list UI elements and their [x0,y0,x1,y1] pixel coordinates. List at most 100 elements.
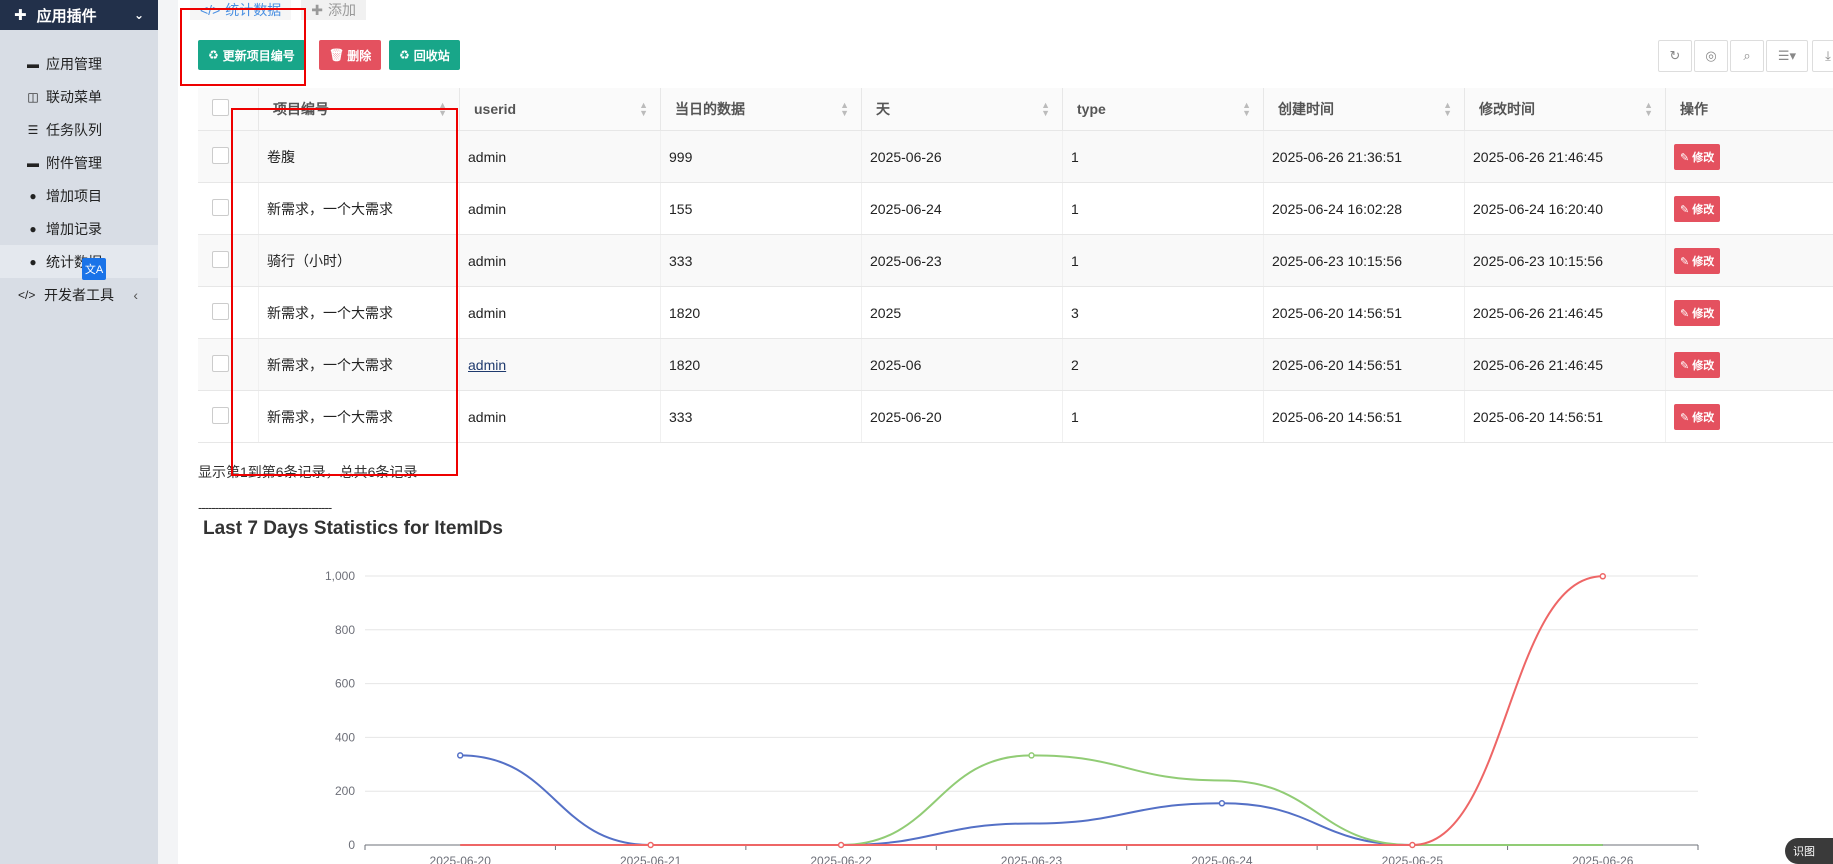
edit-button[interactable]: ✎ 修改 [1674,143,1721,170]
bulb-icon: ● [29,254,37,269]
table-cell: 2025 [861,286,1063,339]
table-cell: 3 [1062,286,1264,339]
tab-add[interactable]: ✚ 添加 [301,0,366,20]
search-button[interactable]: ⌕ [1730,40,1764,72]
sidebar-item-attachments[interactable]: ▬ 附件管理 [0,146,158,179]
table-cell: 1 [1062,234,1264,287]
table-cell: admin [459,338,661,391]
cell-text: 2025-06-26 21:46:45 [1473,356,1603,373]
row-checkbox[interactable] [212,146,229,164]
table-cell: 卷腹 [258,130,460,183]
refresh-button[interactable]: ↻ [1658,40,1692,72]
sort-icon: ▲ ▼ [438,100,447,118]
edit-icon: ✎ [1680,255,1693,268]
column-header[interactable]: 创建时间 ▲ ▼ [1263,88,1465,131]
sidebar-item-task-queue[interactable]: ☰ 任务队列 [0,113,158,146]
tab-label: 统计数据 [225,2,282,18]
cell-text: 1 [1071,148,1079,165]
update-item-number-button[interactable]: ♻ 更新项目编号 [198,40,305,70]
content-gutter [158,0,178,864]
data-point [837,841,845,849]
table-cell: 新需求，一个大需求 [258,338,460,391]
sidebar-item-dev-tools[interactable]: </> 开发者工具 ‹ [0,278,158,311]
actions-cell: ✎ 修改 [1665,338,1833,391]
sidebar-item-add-record[interactable]: ● 增加记录 [0,212,158,245]
column-header[interactable]: 天 ▲ ▼ [861,88,1063,131]
column-header[interactable]: 项目编号 ▲ ▼ [258,88,460,131]
sidebar-item-label: 开发者工具 [44,286,114,303]
bulb-icon: ● [29,188,37,203]
row-checkbox[interactable] [212,354,229,372]
edit-button[interactable]: ✎ 修改 [1674,403,1721,430]
table-cell: 2025-06-20 14:56:51 [1263,338,1465,391]
edit-label: 修改 [1692,255,1715,268]
table-cell: admin [459,182,661,235]
edit-label: 修改 [1692,359,1715,372]
edit-button[interactable]: ✎ 修改 [1674,247,1721,274]
row-checkbox[interactable] [212,302,229,320]
download-icon: ⤓ [1825,48,1831,63]
edit-label: 修改 [1692,203,1715,216]
data-point [1218,800,1226,807]
row-checkbox[interactable] [212,406,229,424]
data-point [456,752,464,759]
table-cell: 333 [660,390,862,443]
edit-button[interactable]: ✎ 修改 [1674,195,1721,222]
sidebar-item-label: 附件管理 [46,154,102,171]
sidebar-item-add-project[interactable]: ● 增加项目 [0,179,158,212]
select-all-checkbox[interactable] [212,99,229,116]
tab-bar: </> 统计数据 ✚ 添加 [190,0,376,20]
bulb-icon: ● [29,221,37,236]
column-header[interactable]: userid ▲ ▼ [459,88,661,131]
select-all-header[interactable] [198,88,259,131]
edit-icon: ✎ [1680,203,1693,216]
columns-button[interactable]: ☰▾ [1766,40,1808,72]
cell-text: 2025-06-20 14:56:51 [1272,408,1402,425]
table-cell: 2025-06-23 [861,234,1063,287]
column-header[interactable]: type ▲ ▼ [1062,88,1264,131]
table-cell: 2025-06-26 21:46:45 [1464,130,1666,183]
sidebar-header-plugins[interactable]: ✚ 应用插件 ⌄ [0,0,158,30]
sidebar-item-label: 增加记录 [46,220,102,237]
row-select-cell [198,130,259,183]
export-button[interactable]: ⤓ [1812,40,1833,72]
sidebar-item-statistics[interactable]: ● 统计数据 [0,245,158,278]
row-select-cell [198,182,259,235]
toggle-view-button[interactable]: ◎ [1694,40,1728,72]
table-cell: admin [459,286,661,339]
image-recognition-button[interactable]: 识图 [1785,838,1833,864]
table-cell: 1 [1062,390,1264,443]
cell-text: 2 [1071,356,1079,373]
sort-icon: ▲ ▼ [1443,100,1452,118]
cell-text: 新需求，一个大需求 [267,356,393,373]
recycle-bin-button[interactable]: ♻ 回收站 [389,40,460,70]
chevron-left-icon: ‹ [133,286,138,303]
tab-statistics[interactable]: </> 统计数据 [190,0,292,20]
column-header[interactable]: 修改时间 ▲ ▼ [1464,88,1666,131]
corner-label: 识图 [1793,846,1815,858]
table-cell: 2025-06-20 14:56:51 [1464,390,1666,443]
x-tick-label: 2025-06-21 [620,854,682,864]
cell-text: 1 [1071,200,1079,217]
data-point [647,841,654,849]
edit-button[interactable]: ✎ 修改 [1674,351,1721,378]
cell-text: 1 [1071,408,1079,425]
data-point [1409,841,1416,849]
cell-text: 155 [669,200,693,217]
sidebar-item-linkage-menu[interactable]: ◫ 联动菜单 [0,80,158,113]
edit-button[interactable]: ✎ 修改 [1674,299,1721,326]
row-select-cell [198,286,259,339]
x-tick-label: 2025-06-23 [1001,854,1063,864]
translate-icon[interactable]: 文A [82,258,106,280]
row-checkbox[interactable] [212,250,229,268]
userid-link[interactable]: admin [468,357,506,373]
sidebar-item-app-management[interactable]: ▬ 应用管理 [0,47,158,80]
delete-button[interactable]: 🗑 删除 [319,40,382,70]
column-header[interactable]: 当日的数据 ▲ ▼ [660,88,862,131]
eye-icon: ◎ [1705,48,1717,63]
actions-cell: ✎ 修改 [1665,182,1833,235]
row-checkbox[interactable] [212,198,229,216]
y-tick-label: 400 [335,730,355,744]
sidebar-header-label: 应用插件 [36,7,97,25]
table-cell: 2025-06 [861,338,1063,391]
